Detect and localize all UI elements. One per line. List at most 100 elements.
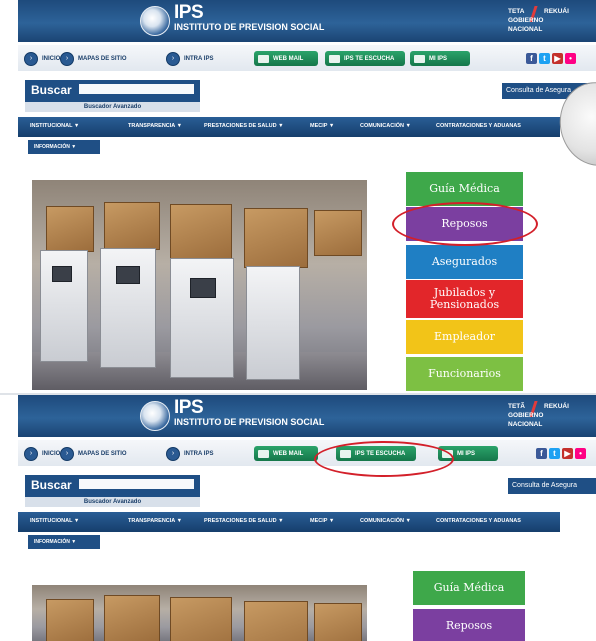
arrow-right-icon: › xyxy=(24,447,38,461)
people-icon xyxy=(329,54,340,63)
screenshot-top: IPS INSTITUTO DE PREVISION SOCIAL TETA R… xyxy=(0,0,596,395)
search-label: Buscar xyxy=(31,83,72,97)
box-shape xyxy=(46,599,94,641)
menu-transparencia[interactable]: TRANSPARENCIA ▼ xyxy=(128,518,182,524)
machine-shape xyxy=(246,266,300,380)
top-nav-row: › INICIO › MAPAS DE SITIO › INTRA IPS WE… xyxy=(18,45,596,71)
main-menu: INSTITUCIONAL ▼ TRANSPARENCIA ▼ PRESTACI… xyxy=(18,117,560,137)
hands-icon xyxy=(414,54,425,63)
reposos-highlight-ellipse xyxy=(392,202,538,246)
advanced-search-link[interactable]: Buscador Avanzado xyxy=(25,102,200,112)
ips-logo-icon[interactable] xyxy=(140,6,170,36)
arrow-right-icon: › xyxy=(60,447,74,461)
youtube-icon[interactable]: ▶ xyxy=(562,448,573,459)
ips-logo-icon[interactable] xyxy=(140,401,170,431)
mi-ips-label: MI IPS xyxy=(429,55,448,62)
nav-link-label: MAPAS DE SITIO xyxy=(78,56,127,62)
search-bar: Buscar xyxy=(25,475,200,497)
menu-prestaciones[interactable]: PRESTACIONES DE SALUD ▼ xyxy=(204,518,284,524)
gobierno-logo: TETA REKUÁI GOBIERNO NACIONAL xyxy=(508,4,576,33)
nav-link-label: MAPAS DE SITIO xyxy=(78,451,127,457)
jubilados-button[interactable]: Jubilados y Pensionados xyxy=(406,280,523,318)
site-header: IPS INSTITUTO DE PREVISION SOCIAL TETÃ R… xyxy=(18,395,596,437)
twitter-icon[interactable]: t xyxy=(539,53,550,64)
empleador-button[interactable]: Empleador xyxy=(406,320,523,354)
funcionarios-label: Funcionarios xyxy=(428,367,501,380)
nav-link-label: INTRA IPS xyxy=(184,451,214,457)
menu-institucional[interactable]: INSTITUCIONAL ▼ xyxy=(30,123,79,129)
menu-contrataciones[interactable]: CONTRATACIONES Y ADUANAS xyxy=(436,123,521,129)
nav-link-intra[interactable]: › INTRA IPS xyxy=(166,52,213,66)
nav-link-inicio[interactable]: › INICIO xyxy=(24,52,60,66)
search-label: Buscar xyxy=(31,478,72,492)
menu-informacion[interactable]: INFORMACIÓN ▼ xyxy=(28,535,100,549)
asegurados-button[interactable]: Asegurados xyxy=(406,245,523,279)
nav-link-mapas[interactable]: › MAPAS DE SITIO xyxy=(60,447,127,461)
screenshot-bottom: IPS INSTITUTO DE PREVISION SOCIAL TETÃ R… xyxy=(0,395,596,641)
jubilados-label: Jubilados y Pensionados xyxy=(429,286,500,311)
mail-icon xyxy=(258,449,269,458)
arrow-right-icon: › xyxy=(166,447,180,461)
advanced-search-link[interactable]: Buscador Avanzado xyxy=(25,497,200,507)
nav-link-inicio[interactable]: › INICIO xyxy=(24,447,60,461)
top-nav-row: › INICIO › MAPAS DE SITIO › INTRA IPS WE… xyxy=(18,440,596,466)
gobierno-line2: GOBIERNO NACIONAL xyxy=(508,17,544,33)
nav-link-label: INTRA IPS xyxy=(184,56,214,62)
empleador-label: Empleador xyxy=(433,330,495,343)
guia-medica-button[interactable]: Guía Médica xyxy=(406,172,523,206)
machine-shape xyxy=(170,258,234,378)
gobierno-logo: TETÃ REKUÁI GOBIERNO NACIONAL xyxy=(508,399,576,428)
menu-institucional[interactable]: INSTITUCIONAL ▼ xyxy=(30,518,79,524)
flickr-icon[interactable]: • xyxy=(565,53,576,64)
search-input[interactable] xyxy=(79,479,194,489)
nav-link-intra[interactable]: › INTRA IPS xyxy=(166,447,213,461)
box-shape xyxy=(170,597,232,641)
menu-informacion[interactable]: INFORMACIÓN ▼ xyxy=(28,140,100,154)
menu-transparencia[interactable]: TRANSPARENCIA ▼ xyxy=(128,123,182,129)
mi-ips-label: MI IPS xyxy=(457,450,476,457)
reposos-button[interactable]: Reposos xyxy=(413,609,525,641)
dialysis-machines-photo xyxy=(32,585,367,641)
box-shape xyxy=(314,210,362,256)
menu-comunicacion[interactable]: COMUNICACIÓN ▼ xyxy=(360,518,411,524)
gobierno-line1b: REKUÁI xyxy=(544,8,569,15)
twitter-icon[interactable]: t xyxy=(549,448,560,459)
box-shape xyxy=(314,603,362,641)
logo-text[interactable]: IPS xyxy=(174,397,204,419)
box-shape xyxy=(104,202,160,250)
screen-shape xyxy=(116,266,140,284)
arrow-right-icon: › xyxy=(60,52,74,66)
menu-prestaciones[interactable]: PRESTACIONES DE SALUD ▼ xyxy=(204,123,284,129)
logo-text[interactable]: IPS xyxy=(174,2,204,24)
ips-te-escucha-label: IPS TE ESCUCHA xyxy=(344,55,395,62)
ips-te-escucha-highlight-ellipse xyxy=(314,441,454,477)
reposos-label: Reposos xyxy=(445,619,493,632)
consulta-asegurados-link[interactable]: Consulta de Asegura xyxy=(508,478,596,494)
asegurados-label: Asegurados xyxy=(431,255,498,268)
ips-te-escucha-button[interactable]: IPS TE ESCUCHA xyxy=(325,51,405,66)
menu-comunicacion[interactable]: COMUNICACIÓN ▼ xyxy=(360,123,411,129)
webmail-button[interactable]: WEB MAIL xyxy=(254,51,318,66)
search-input[interactable] xyxy=(79,84,194,94)
nav-link-label: INICIO xyxy=(42,56,61,62)
facebook-icon[interactable]: f xyxy=(536,448,547,459)
box-shape xyxy=(170,204,232,260)
facebook-icon[interactable]: f xyxy=(526,53,537,64)
youtube-icon[interactable]: ▶ xyxy=(552,53,563,64)
box-shape xyxy=(244,601,308,641)
menu-mecip[interactable]: MECIP ▼ xyxy=(310,123,334,129)
nav-link-mapas[interactable]: › MAPAS DE SITIO xyxy=(60,52,127,66)
webmail-button[interactable]: WEB MAIL xyxy=(254,446,318,461)
menu-mecip[interactable]: MECIP ▼ xyxy=(310,518,334,524)
menu-contrataciones[interactable]: CONTRATACIONES Y ADUANAS xyxy=(436,518,521,524)
webmail-label: WEB MAIL xyxy=(273,55,304,62)
arrow-right-icon: › xyxy=(24,52,38,66)
guia-medica-button[interactable]: Guía Médica xyxy=(413,571,525,605)
screen-shape xyxy=(52,266,72,282)
mi-ips-button[interactable]: MI IPS xyxy=(410,51,470,66)
nav-link-label: INICIO xyxy=(42,451,61,457)
box-shape xyxy=(46,206,94,252)
dialysis-machines-photo xyxy=(32,180,367,390)
flickr-icon[interactable]: • xyxy=(575,448,586,459)
funcionarios-button[interactable]: Funcionarios xyxy=(406,357,523,391)
